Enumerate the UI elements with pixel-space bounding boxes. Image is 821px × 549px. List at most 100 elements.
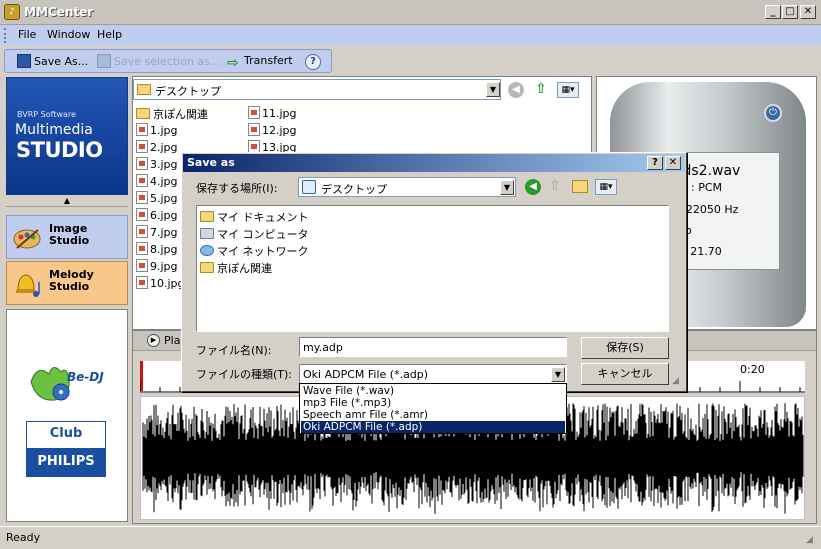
- app-icon: ♪: [4, 4, 20, 20]
- play-icon[interactable]: ▶: [147, 334, 160, 347]
- image-file-icon: [136, 157, 148, 170]
- file-label: 1.jpg: [150, 124, 178, 137]
- floppy-selection-icon: [97, 54, 111, 68]
- window-title: MMCenter: [24, 5, 94, 19]
- filetype-dropdown-list[interactable]: Wave File (*.wav) mp3 File (*.mp3) Speec…: [299, 383, 567, 434]
- image-file-icon: [136, 259, 148, 272]
- transfert-label: Transfert: [244, 54, 293, 67]
- menu-bar: File Window Help: [0, 25, 821, 46]
- close-button[interactable]: ✕: [800, 5, 816, 19]
- list-item[interactable]: 京ぽん関連: [200, 260, 272, 277]
- help-icon[interactable]: ?: [305, 54, 321, 70]
- filename-label: ファイル名(N):: [196, 344, 272, 357]
- toolbar: Save As... Save selection as... ⇨ Transfe…: [0, 46, 821, 76]
- path-value: デスクトップ: [155, 85, 221, 98]
- image-file-icon: [136, 208, 148, 221]
- save-selection-button[interactable]: Save selection as...: [97, 54, 220, 71]
- minimize-button[interactable]: _: [765, 5, 781, 19]
- player-label: Pla: [164, 334, 181, 347]
- bell-music-icon: [12, 270, 42, 298]
- filename-value: my.adp: [303, 341, 343, 354]
- dialog-file-list[interactable]: マイ ドキュメント マイ コンピュータ マイ ネットワーク 京ぽん関連: [196, 205, 669, 332]
- logo-studio: STUDIO: [16, 138, 103, 162]
- filename-input[interactable]: my.adp: [299, 337, 567, 357]
- item-label: 京ぽん関連: [217, 262, 272, 275]
- bedj-text: Be-DJ: [67, 370, 104, 384]
- path-dropdown-icon[interactable]: ▼: [486, 82, 500, 97]
- club-text: Club: [49, 426, 83, 441]
- filetype-select[interactable]: Oki ADPCM File (*.adp) ▼: [299, 364, 567, 384]
- filetype-dropdown-icon[interactable]: ▼: [551, 367, 565, 382]
- melody-studio-line2: Studio: [49, 280, 90, 293]
- image-file-icon: [136, 123, 148, 136]
- list-item[interactable]: 11.jpg: [248, 106, 297, 123]
- dialog-back-icon[interactable]: ◀: [525, 179, 541, 195]
- file-label: 2.jpg: [150, 141, 178, 154]
- file-label: 9.jpg: [150, 260, 178, 273]
- dialog-view-menu-icon[interactable]: ▦▾: [595, 179, 617, 195]
- cancel-button-label: キャンセル: [597, 367, 653, 380]
- collapse-arrow-icon[interactable]: ▲: [6, 195, 128, 207]
- dialog-title: Save as: [187, 156, 235, 169]
- filetype-option-mp3[interactable]: mp3 File (*.mp3): [301, 397, 565, 409]
- file-label: 8.jpg: [150, 243, 178, 256]
- save-as-button[interactable]: Save As...: [17, 54, 88, 71]
- filetype-value: Oki ADPCM File (*.adp): [303, 368, 429, 381]
- filetype-option-adp[interactable]: Oki ADPCM File (*.adp): [301, 421, 565, 433]
- image-file-icon: [136, 276, 148, 289]
- dialog-resize-grip-icon[interactable]: ◢: [672, 376, 679, 386]
- path-combo[interactable]: デスクトップ ▼: [133, 79, 501, 100]
- file-label: 5.jpg: [150, 192, 178, 205]
- image-file-icon: [248, 106, 260, 119]
- up-folder-icon[interactable]: ⇧: [532, 81, 550, 99]
- lookin-dropdown-icon[interactable]: ▼: [500, 180, 514, 195]
- dialog-up-folder-icon[interactable]: ⇧: [549, 178, 565, 196]
- image-file-icon: [136, 242, 148, 255]
- view-menu-icon[interactable]: ▦▾: [557, 82, 579, 98]
- save-button-label: 保存(S): [606, 341, 644, 354]
- filetype-option-amr[interactable]: Speech amr File (*.amr): [301, 409, 565, 421]
- cancel-button[interactable]: キャンセル: [581, 363, 669, 385]
- studio-logo: BVRP Software Multimedia STUDIO: [6, 77, 128, 195]
- list-item[interactable]: マイ ネットワーク: [200, 243, 309, 260]
- lookin-value: デスクトップ: [321, 183, 387, 196]
- list-item[interactable]: 12.jpg: [248, 123, 297, 140]
- menu-grip: [4, 28, 7, 43]
- item-label: マイ ドキュメント: [217, 211, 309, 224]
- dialog-close-button[interactable]: ✕: [665, 156, 681, 170]
- list-item[interactable]: マイ コンピュータ: [200, 226, 309, 243]
- list-item[interactable]: 京ぽん関連: [136, 106, 208, 123]
- sidebar-item-image-studio[interactable]: Image Studio: [6, 215, 128, 259]
- my-network-icon: [200, 245, 214, 256]
- save-button[interactable]: 保存(S): [581, 337, 669, 359]
- club-philips-logo: Club PHILIPS: [26, 421, 106, 477]
- list-item[interactable]: マイ ドキュメント: [200, 209, 309, 226]
- filetype-option-wav[interactable]: Wave File (*.wav): [301, 385, 565, 397]
- menu-window[interactable]: Window: [47, 28, 90, 41]
- lookin-combo[interactable]: デスクトップ ▼: [298, 177, 516, 197]
- image-file-icon: [248, 123, 260, 136]
- image-file-icon: [136, 191, 148, 204]
- transfert-button[interactable]: ⇨ Transfert: [227, 54, 293, 71]
- toolbar-strip: Save As... Save selection as... ⇨ Transfe…: [4, 49, 332, 73]
- back-icon[interactable]: ◀: [508, 82, 524, 98]
- power-icon[interactable]: ⏻: [764, 104, 782, 122]
- status-bar: Ready ◢: [0, 526, 821, 549]
- menu-file[interactable]: File: [18, 28, 36, 41]
- sidebar-item-melody-studio[interactable]: Melody Studio: [6, 261, 128, 305]
- dialog-title-bar: Save as ? ✕: [183, 154, 685, 172]
- file-label: 京ぽん関連: [153, 108, 208, 121]
- arrow-right-icon: ⇨: [227, 55, 239, 71]
- my-documents-icon: [200, 211, 214, 222]
- file-label: 3.jpg: [150, 158, 178, 171]
- list-item[interactable]: 1.jpg: [136, 123, 208, 140]
- dialog-help-button[interactable]: ?: [647, 156, 663, 170]
- browser-column-2: 11.jpg 12.jpg 13.jpg: [248, 106, 297, 157]
- menu-help[interactable]: Help: [97, 28, 122, 41]
- image-file-icon: [136, 225, 148, 238]
- logo-multimedia: Multimedia: [15, 122, 93, 138]
- resize-grip-icon[interactable]: ◢: [806, 535, 818, 547]
- new-folder-icon[interactable]: [572, 180, 588, 193]
- maximize-button[interactable]: □: [782, 5, 798, 19]
- file-label: 4.jpg: [150, 175, 178, 188]
